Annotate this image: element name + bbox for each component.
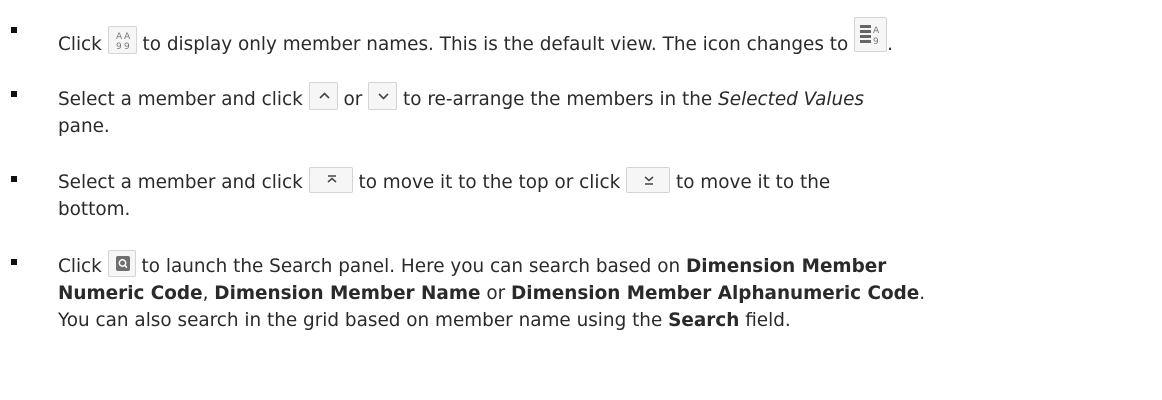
list-view-icon: A 9 xyxy=(860,25,880,47)
item-text-part: to move it to the xyxy=(675,172,831,193)
item-text: Select a member and click to move it to … xyxy=(58,167,1148,223)
item-text-part: to re-arrange the members in the xyxy=(403,89,713,110)
search-button[interactable] xyxy=(107,250,136,277)
move-to-top-button[interactable] xyxy=(308,167,353,193)
move-to-top-icon xyxy=(327,175,337,183)
item-text-part: or xyxy=(486,283,506,304)
bullet xyxy=(11,176,17,182)
item-text-bold: Search xyxy=(668,310,740,331)
item-text-part: to move it to the top or click xyxy=(358,172,621,193)
item-text-bold: Dimension Member Alphanumeric Code xyxy=(511,283,920,304)
svg-text:A: A xyxy=(124,32,131,42)
item-text: Click to launch the Search panel. Here y… xyxy=(58,250,1148,334)
svg-text:9: 9 xyxy=(873,37,879,47)
bullet xyxy=(11,91,17,97)
item-text-part: to launch the Search panel. Here you can… xyxy=(141,256,681,277)
item-text-part: to display only member names. This is th… xyxy=(142,34,849,55)
item-text-part: pane. xyxy=(58,116,110,137)
item-text-part: Select a member and click xyxy=(58,172,303,193)
svg-text:A: A xyxy=(873,26,880,36)
member-names-view-icon: A A 9 9 xyxy=(116,32,131,52)
move-down-button[interactable] xyxy=(368,82,398,110)
move-to-bottom-button[interactable] xyxy=(626,167,671,193)
search-icon xyxy=(115,256,130,271)
chevron-down-icon xyxy=(378,93,389,100)
help-page: Click A A 9 9 to display only member nam… xyxy=(0,0,1162,400)
chevron-up-icon xyxy=(319,92,330,99)
item-text: Click A A 9 9 to display only member nam… xyxy=(58,17,1148,58)
item-text: Select a member and click or to re-arran… xyxy=(58,82,1148,140)
member-names-view-button[interactable]: A A 9 9 xyxy=(107,26,137,54)
item-text-part: field. xyxy=(745,310,791,331)
item-text-part: Click xyxy=(58,34,102,55)
bullet xyxy=(11,27,17,33)
list-view-button[interactable]: A 9 xyxy=(854,17,888,52)
item-text-part: You can also search in the grid based on… xyxy=(58,310,663,331)
move-to-bottom-icon xyxy=(644,176,654,185)
item-text-bold: Dimension Member xyxy=(685,256,887,277)
bullet xyxy=(11,259,17,265)
item-text-part: or xyxy=(343,89,363,110)
item-text-part: . xyxy=(919,283,926,304)
move-up-button[interactable] xyxy=(308,82,338,110)
item-text-part: bottom. xyxy=(58,199,131,220)
item-text-part: , xyxy=(202,283,209,304)
item-text-part: Select a member and click xyxy=(58,89,303,110)
item-text-italic: Selected Values xyxy=(718,89,864,110)
item-text-part: Click xyxy=(58,256,102,277)
item-text-bold: Numeric Code xyxy=(58,283,203,304)
svg-text:9: 9 xyxy=(116,42,122,52)
svg-text:9: 9 xyxy=(124,42,130,52)
svg-text:A: A xyxy=(116,32,123,42)
item-text-bold: Dimension Member Name xyxy=(214,283,481,304)
